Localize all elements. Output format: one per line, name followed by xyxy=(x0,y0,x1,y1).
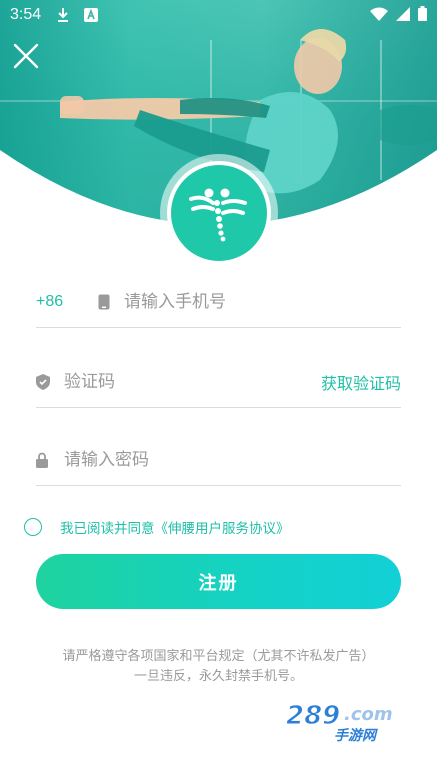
notice-line-1: 请严格遵守各项国家和平台规定（尤其不许私发广告） xyxy=(62,649,375,664)
app-logo xyxy=(160,154,278,272)
shield-icon xyxy=(36,373,52,390)
agreement-link[interactable]: 我已阅读并同意《伸腰用户服务协议》 xyxy=(60,517,290,537)
app-logo-inner xyxy=(167,161,271,265)
password-row xyxy=(36,434,401,486)
agreement-row: 我已阅读并同意《伸腰用户服务协议》 xyxy=(24,517,290,537)
close-icon xyxy=(13,43,39,69)
battery-icon xyxy=(418,5,427,25)
site-watermark-logo: 289 .com 手游网 xyxy=(282,698,422,745)
svg-text:手游网: 手游网 xyxy=(334,727,378,742)
status-bar: 3:54 xyxy=(0,0,437,30)
password-input[interactable] xyxy=(64,449,401,470)
a-badge-icon xyxy=(83,7,99,23)
phone-input[interactable] xyxy=(124,291,401,312)
svg-text:289: 289 xyxy=(286,701,340,731)
wifi-icon xyxy=(370,6,388,25)
code-row: 获取验证码 xyxy=(36,356,401,408)
status-time: 3:54 xyxy=(10,6,42,23)
country-code[interactable]: +86 xyxy=(36,293,98,311)
status-right-icons xyxy=(370,5,427,25)
get-code-button[interactable]: 获取验证码 xyxy=(321,370,401,394)
close-button[interactable] xyxy=(12,42,40,70)
signal-icon xyxy=(396,6,410,25)
code-input[interactable] xyxy=(64,371,321,392)
phone-icon xyxy=(98,294,112,310)
download-icon xyxy=(55,7,71,23)
notice-line-2: 一旦违反，永久封禁手机号。 xyxy=(133,669,303,684)
lock-icon xyxy=(36,452,52,468)
agreement-checkbox[interactable] xyxy=(24,518,42,536)
register-button[interactable]: 注册 xyxy=(36,554,401,609)
phone-row: +86 xyxy=(36,276,401,328)
svg-text:.com: .com xyxy=(344,704,393,725)
dragonfly-logo-icon xyxy=(189,188,247,242)
